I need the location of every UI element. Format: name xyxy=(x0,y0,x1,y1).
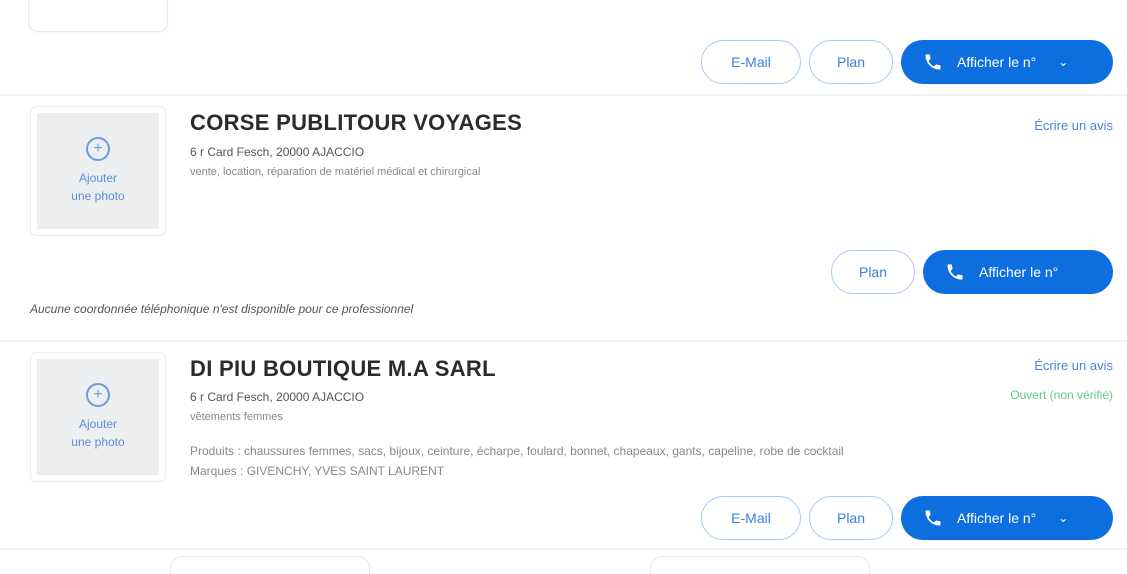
next-listing-hint xyxy=(650,556,870,574)
listing-actions: E-Mail Plan Afficher le n° ⌄ xyxy=(701,496,1113,540)
search-results-page: E-Mail Plan Afficher le n° ⌄ + Ajouter u… xyxy=(0,0,1127,574)
open-status-badge: Ouvert (non vérifié) xyxy=(1010,388,1113,402)
add-photo-label-line2: une photo xyxy=(71,189,125,203)
business-category: vêtements femmes xyxy=(190,411,283,423)
listing-divider xyxy=(0,340,1127,342)
plan-button[interactable]: Plan xyxy=(831,250,915,294)
plan-button[interactable]: Plan xyxy=(809,40,893,84)
show-phone-button[interactable]: Afficher le n° ⌄ xyxy=(901,40,1113,84)
add-photo-box[interactable]: + Ajouter une photo xyxy=(30,106,166,236)
add-photo-label-line2: une photo xyxy=(71,435,125,449)
plus-circle-icon: + xyxy=(86,137,110,161)
write-review-link[interactable]: Écrire un avis xyxy=(1034,358,1113,373)
next-listing-hint xyxy=(170,556,370,574)
business-address: 6 r Card Fesch, 20000 AJACCIO xyxy=(190,145,365,159)
previous-listing-card xyxy=(28,0,168,32)
previous-listing-actions: E-Mail Plan Afficher le n° ⌄ xyxy=(701,40,1113,84)
email-button[interactable]: E-Mail xyxy=(701,496,801,540)
show-phone-button[interactable]: Afficher le n° xyxy=(923,250,1113,294)
show-phone-label: Afficher le n° xyxy=(979,264,1059,280)
no-phone-notice: Aucune coordonnée téléphonique n'est dis… xyxy=(30,302,414,316)
add-photo-label-line1: Ajouter xyxy=(78,417,118,431)
business-category: vente, location, réparation de matériel … xyxy=(190,166,481,178)
business-brands: Marques : GIVENCHY, YVES SAINT LAURENT xyxy=(190,464,445,478)
phone-icon xyxy=(923,52,943,72)
add-photo-placeholder: + Ajouter une photo xyxy=(37,113,159,229)
listing-divider xyxy=(0,94,1127,96)
email-button[interactable]: E-Mail xyxy=(701,40,801,84)
add-photo-placeholder: + Ajouter une photo xyxy=(37,359,159,475)
business-products: Produits : chaussures femmes, sacs, bijo… xyxy=(190,444,844,458)
business-address: 6 r Card Fesch, 20000 AJACCIO xyxy=(190,390,365,404)
show-phone-label: Afficher le n° xyxy=(957,510,1037,526)
phone-icon xyxy=(923,508,943,528)
business-name[interactable]: DI PIU BOUTIQUE M.A SARL xyxy=(190,356,496,382)
phone-icon xyxy=(945,262,965,282)
show-phone-label: Afficher le n° xyxy=(957,54,1037,70)
write-review-link[interactable]: Écrire un avis xyxy=(1034,118,1113,133)
add-photo-box[interactable]: + Ajouter une photo xyxy=(30,352,166,482)
chevron-down-icon: ⌄ xyxy=(1058,511,1069,525)
listing-divider xyxy=(0,548,1127,550)
listing-actions: Plan Afficher le n° xyxy=(831,250,1113,294)
chevron-down-icon: ⌄ xyxy=(1058,55,1069,69)
plus-circle-icon: + xyxy=(86,383,110,407)
add-photo-label-line1: Ajouter xyxy=(78,171,118,185)
business-name[interactable]: CORSE PUBLITOUR VOYAGES xyxy=(190,110,522,136)
show-phone-button[interactable]: Afficher le n° ⌄ xyxy=(901,496,1113,540)
plan-button[interactable]: Plan xyxy=(809,496,893,540)
